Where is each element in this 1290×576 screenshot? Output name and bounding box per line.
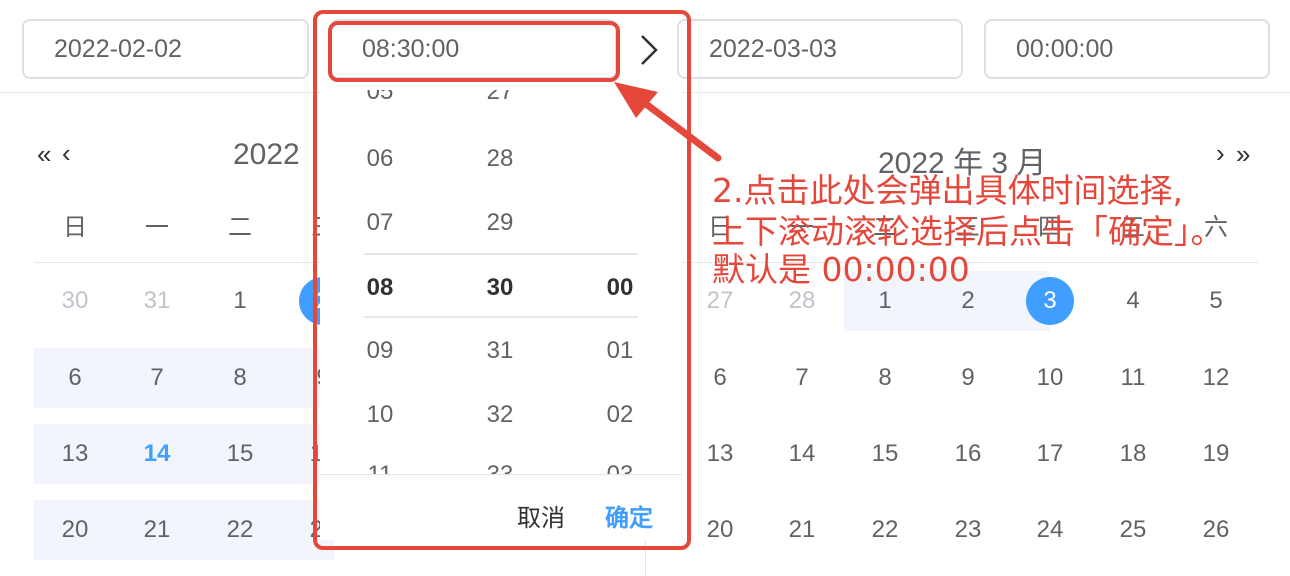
date-cell[interactable]: 31 (127, 271, 187, 331)
date-cell[interactable]: 18 (1103, 424, 1163, 484)
date-cell[interactable]: 22 (210, 500, 270, 560)
date-cell-selected[interactable]: 3 (1020, 271, 1080, 331)
date-cell[interactable]: 12 (1186, 348, 1246, 408)
date-cell[interactable]: 19 (1186, 424, 1246, 484)
prev-year-button[interactable]: « (37, 139, 51, 170)
weekday: 一 (145, 214, 169, 241)
date-cell[interactable]: 6 (45, 348, 105, 408)
date-cell[interactable]: 15 (210, 424, 270, 484)
date-cell[interactable]: 7 (127, 348, 187, 408)
weekday: 二 (228, 214, 252, 241)
start-date-input[interactable]: 2022-02-02 (22, 19, 309, 79)
annotation-text-line2: 上下滚动滚轮选择后点击「确定」。 (712, 212, 1224, 251)
left-weekday-divider (34, 262, 334, 263)
date-cell[interactable]: 17 (1020, 424, 1080, 484)
annotation-text-line1: 2.点击此处会弹出具体时间选择, (712, 171, 1183, 210)
date-cell[interactable]: 21 (127, 500, 187, 560)
annotation-text-line3: 默认是 00:00:00 (712, 250, 970, 289)
date-cell[interactable]: 14 (772, 424, 832, 484)
date-cell[interactable]: 7 (772, 348, 832, 408)
date-cell[interactable]: 8 (855, 348, 915, 408)
date-cell[interactable]: 15 (855, 424, 915, 484)
date-cell[interactable]: 9 (938, 348, 998, 408)
next-month-button[interactable]: › (1216, 138, 1225, 169)
date-cell[interactable]: 4 (1103, 271, 1163, 331)
date-cell[interactable]: 24 (1020, 500, 1080, 560)
date-cell[interactable]: 30 (45, 271, 105, 331)
date-cell[interactable]: 26 (1186, 500, 1246, 560)
date-cell[interactable]: 23 (938, 500, 998, 560)
weekday: 日 (63, 214, 87, 241)
date-cell[interactable]: 5 (1186, 271, 1246, 331)
annotation-highlight-box (328, 21, 620, 82)
date-cell[interactable]: 13 (690, 424, 750, 484)
end-time-input[interactable]: 00:00:00 (984, 19, 1270, 79)
date-cell[interactable]: 16 (938, 424, 998, 484)
left-calendar-title: 2022 (233, 138, 300, 171)
annotation-arrow-icon (600, 70, 740, 180)
date-cell[interactable]: 6 (690, 348, 750, 408)
date-cell[interactable]: 10 (1020, 348, 1080, 408)
date-cell[interactable]: 20 (45, 500, 105, 560)
date-cell[interactable]: 1 (210, 271, 270, 331)
date-cell[interactable]: 11 (1103, 348, 1163, 408)
next-year-button[interactable]: » (1236, 139, 1250, 170)
date-cell[interactable]: 13 (45, 424, 105, 484)
prev-month-button[interactable]: ‹ (62, 138, 71, 169)
date-cell[interactable]: 21 (772, 500, 832, 560)
date-cell[interactable]: 20 (690, 500, 750, 560)
date-cell[interactable]: 25 (1103, 500, 1163, 560)
date-cell[interactable]: 22 (855, 500, 915, 560)
date-cell[interactable]: 8 (210, 348, 270, 408)
date-cell-today[interactable]: 14 (127, 424, 187, 484)
